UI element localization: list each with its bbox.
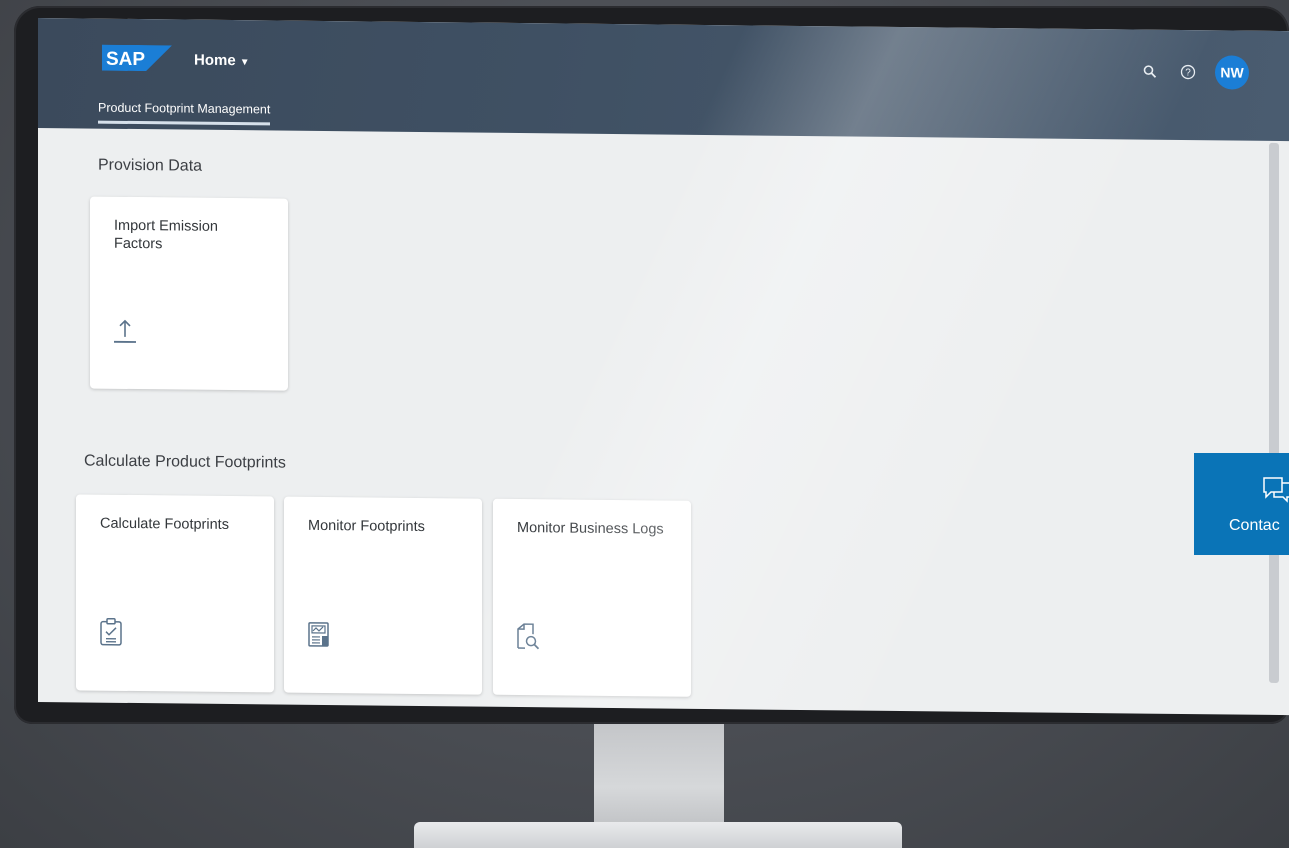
tile-title: Monitor Footprints xyxy=(308,517,425,536)
monitor-frame: SAP Home ▼ Product Footprint Management ?… xyxy=(14,6,1289,724)
tab-product-footprint-management[interactable]: Product Footprint Management xyxy=(98,100,271,126)
svg-text:?: ? xyxy=(1185,68,1191,79)
contact-button[interactable]: Contac xyxy=(1194,453,1289,555)
section-title-calculate-product-footprints: Calculate Product Footprints xyxy=(84,452,286,472)
help-icon[interactable]: ? xyxy=(1177,61,1199,83)
caret-down-icon: ▼ xyxy=(239,57,250,69)
upload-icon xyxy=(114,319,136,343)
tile-title: Monitor Business Logs xyxy=(517,520,664,538)
report-chart-icon xyxy=(308,622,329,647)
tile-monitor-business-logs[interactable]: Monitor Business Logs xyxy=(493,498,691,697)
contact-label: Contac xyxy=(1229,517,1280,534)
shell-bar: SAP Home ▼ Product Footprint Management ?… xyxy=(38,18,1289,142)
tile-title: Calculate Footprints xyxy=(100,515,229,533)
sap-logo-text: SAP xyxy=(106,49,145,70)
document-search-icon xyxy=(517,623,540,650)
app-screen: SAP Home ▼ Product Footprint Management ?… xyxy=(38,18,1289,716)
tile-import-emission-factors[interactable]: Import Emission Factors xyxy=(90,196,288,391)
clipboard-check-icon xyxy=(100,617,122,646)
section-title-provision-data: Provision Data xyxy=(98,156,203,175)
shell-actions: ? NW xyxy=(1139,55,1249,90)
home-menu-button[interactable]: Home ▼ xyxy=(194,52,250,70)
chat-icon xyxy=(1263,477,1289,503)
search-icon[interactable] xyxy=(1139,61,1161,83)
user-avatar[interactable]: NW xyxy=(1215,55,1249,90)
sap-logo[interactable]: SAP xyxy=(102,44,172,72)
monitor-stand-base xyxy=(414,822,902,848)
home-label: Home xyxy=(194,51,236,70)
tile-calculate-footprints[interactable]: Calculate Footprints xyxy=(76,494,274,693)
vertical-scrollbar[interactable] xyxy=(1269,142,1279,683)
tile-title: Import Emission Factors xyxy=(114,217,218,253)
monitor-stand-neck xyxy=(594,724,724,830)
tile-monitor-footprints[interactable]: Monitor Footprints xyxy=(284,496,482,695)
